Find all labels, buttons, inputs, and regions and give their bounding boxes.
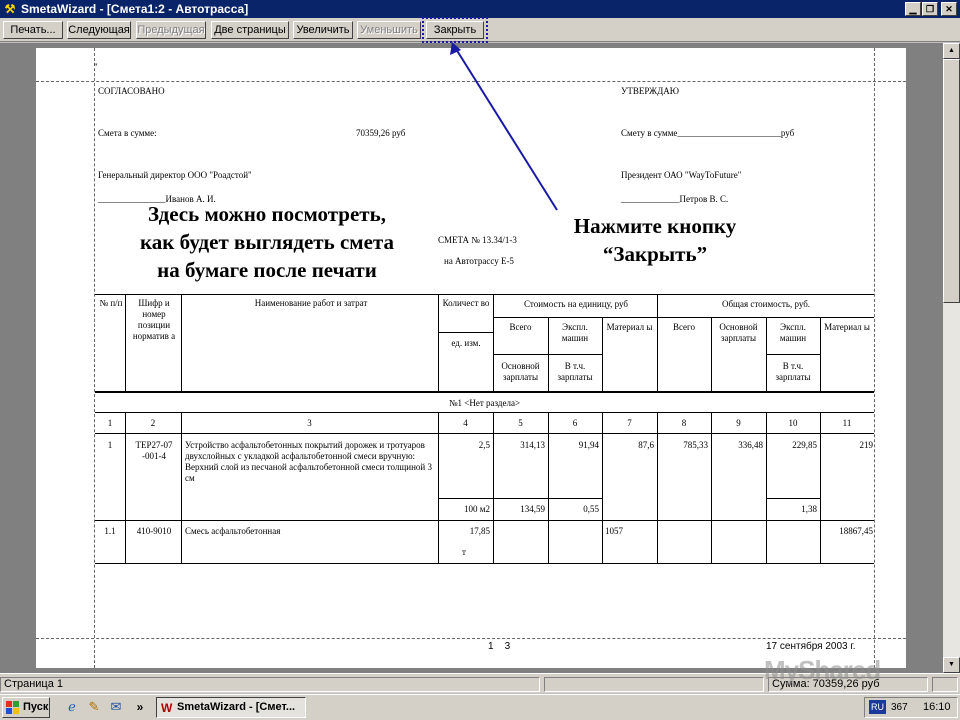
status-grip (932, 677, 958, 692)
ie-icon[interactable]: ℯ (64, 699, 80, 715)
language-indicator[interactable]: RU (869, 700, 886, 714)
status-blank (544, 677, 764, 692)
start-label: Пуск (23, 701, 49, 713)
taskbar: Пуск ℯ ✎ ✉ » W SmetaWizard - [Смет... RU… (0, 694, 960, 720)
tray-count: 367 (891, 702, 908, 713)
scroll-down-icon[interactable]: ▼ (943, 657, 960, 673)
vertical-scrollbar[interactable]: ▲ ▼ (943, 43, 960, 673)
clock[interactable]: 16:10 (923, 698, 951, 717)
quicklaunch-more-icon[interactable]: » (132, 699, 148, 715)
windows-logo-icon (6, 701, 19, 714)
smetawizard-icon: W (161, 701, 173, 715)
taskbar-item-label: SmetaWizard - [Смет... (177, 701, 296, 713)
taskbar-item-smetawizard[interactable]: W SmetaWizard - [Смет... (156, 697, 306, 718)
quicklaunch-icon[interactable]: ✎ (86, 699, 102, 715)
scroll-thumb[interactable] (943, 59, 960, 303)
system-tray: RU 367 16:10 (864, 697, 958, 718)
status-page: Страница 1 (0, 677, 540, 692)
watermark-logo: MyShared (764, 655, 881, 685)
outlook-icon[interactable]: ✉ (108, 699, 124, 715)
scroll-up-icon[interactable]: ▲ (943, 43, 960, 59)
annotation-arrow (450, 42, 558, 211)
start-button[interactable]: Пуск (2, 697, 50, 718)
